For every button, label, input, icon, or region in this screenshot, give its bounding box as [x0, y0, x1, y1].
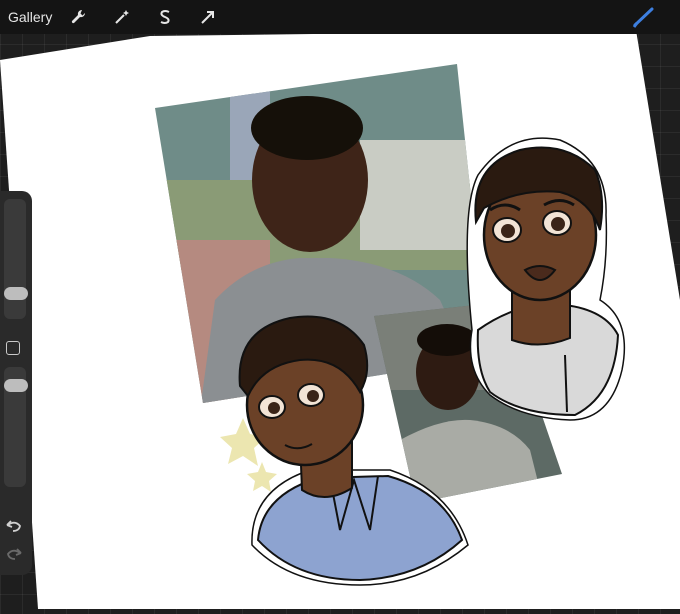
sticker-character-right: [466, 137, 626, 421]
top-toolbar: Gallery: [0, 0, 680, 34]
brush-size-slider[interactable]: [4, 199, 28, 319]
redo-icon[interactable]: [5, 547, 23, 561]
undo-icon[interactable]: [5, 519, 23, 533]
transform-arrow-icon[interactable]: [193, 2, 223, 32]
opacity-handle[interactable]: [4, 379, 28, 392]
brush-icon[interactable]: [632, 6, 656, 28]
artwork: [0, 30, 680, 609]
drawing-canvas[interactable]: [0, 0, 680, 609]
brush-size-handle[interactable]: [4, 287, 28, 300]
gallery-button[interactable]: Gallery: [8, 9, 52, 25]
selection-s-icon[interactable]: [150, 2, 180, 32]
opacity-slider[interactable]: [4, 367, 28, 487]
magic-wand-icon[interactable]: [107, 2, 137, 32]
modify-square-button[interactable]: [6, 341, 20, 355]
wrench-icon[interactable]: [64, 2, 94, 32]
left-sidebar: [0, 191, 32, 575]
